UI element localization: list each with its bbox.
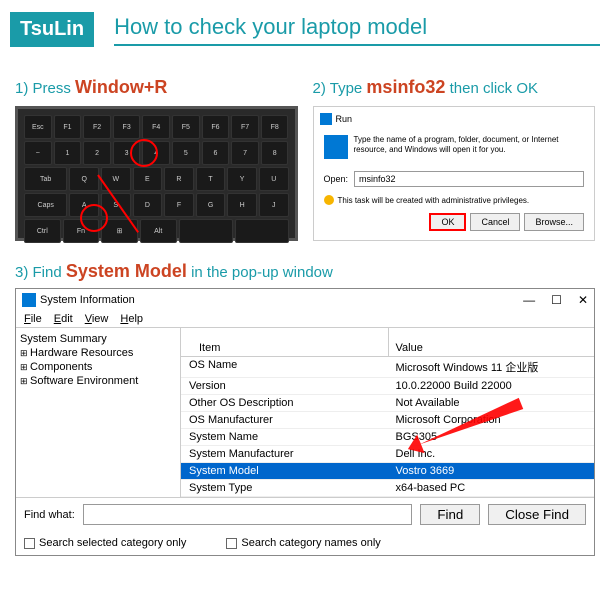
shield-icon [324,195,334,205]
cell-value: Microsoft Windows 11 企业版 [388,357,595,377]
win-key-circle [80,204,108,232]
tree-root[interactable]: System Summary [20,332,176,346]
step2-highlight: msinfo32 [366,77,445,97]
chk-category-names[interactable] [226,538,237,549]
table-row[interactable]: System ModelVostro 3669 [181,463,594,480]
table-row[interactable]: System Typex64-based PC [181,480,594,497]
maximize-button[interactable]: ☐ [551,293,562,307]
table-row[interactable]: System ManufacturerDell Inc. [181,446,594,463]
r-key-circle [130,139,158,167]
tree-view[interactable]: System Summary Hardware Resources Compon… [16,328,181,497]
table-row[interactable]: System NameBGS305 [181,429,594,446]
col-value[interactable]: Value [388,340,585,356]
minimize-button[interactable]: — [523,293,535,307]
cell-item: System Name [181,429,388,445]
chk1-label: Search selected category only [39,537,186,549]
step2-suffix: then click OK [445,80,538,97]
menu-view[interactable]: View [85,313,109,325]
info-table: Item Value OS NameMicrosoft Windows 11 企… [181,328,594,497]
step1-prefix: 1) Press [15,80,75,97]
step3-highlight: System Model [66,261,187,281]
find-button[interactable]: Find [420,504,480,525]
table-row[interactable]: OS NameMicrosoft Windows 11 企业版 [181,357,594,378]
chk-selected-category[interactable] [24,538,35,549]
cell-item: System Model [181,463,388,479]
find-input[interactable] [83,504,413,525]
cell-item: Version [181,378,388,394]
admin-text: This task will be created with administr… [338,196,530,205]
step2-label: 2) Type msinfo32 then click OK [313,77,596,98]
cell-item: OS Name [181,357,388,377]
open-input[interactable] [354,171,584,187]
step3-label: 3) Find System Model in the pop-up windo… [0,251,610,288]
table-row[interactable]: Other OS DescriptionNot Available [181,395,594,412]
cell-item: OS Manufacturer [181,412,388,428]
table-row[interactable]: Version10.0.22000 Build 22000 [181,378,594,395]
page-title: How to check your laptop model [114,14,600,46]
cell-item: System Type [181,480,388,496]
brand-logo: TsuLin [10,12,94,47]
run-dialog: Run Type the name of a program, folder, … [313,106,596,241]
tree-hardware[interactable]: Hardware Resources [20,346,176,360]
close-find-button[interactable]: Close Find [488,504,586,525]
chk2-label: Search category names only [241,537,380,549]
menu-file[interactable]: File [24,313,42,325]
step3-prefix: 3) Find [15,264,66,281]
step1-label: 1) Press Window+R [15,77,298,98]
menu-bar: File Edit View Help [16,311,594,327]
sysinfo-icon [22,293,36,307]
cancel-button[interactable]: Cancel [470,213,520,231]
system-information-window: System Information — ☐ ✕ File Edit View … [15,288,595,556]
ok-button[interactable]: OK [429,213,466,231]
close-button[interactable]: ✕ [578,293,588,307]
menu-help[interactable]: Help [120,313,143,325]
cell-value: 10.0.22000 Build 22000 [388,378,595,394]
sysinfo-title: System Information [40,294,135,306]
cell-value: x64-based PC [388,480,595,496]
table-row[interactable]: OS ManufacturerMicrosoft Corporation [181,412,594,429]
run-title: Run [336,114,353,124]
step1-highlight: Window+R [75,77,167,97]
cell-item: Other OS Description [181,395,388,411]
keyboard-image: EscF1F2F3F4F5F6F7F8 ~12345678 TabQWERTYU… [15,106,298,241]
run-description: Type the name of a program, folder, docu… [354,135,585,159]
run-logo-icon [324,135,348,159]
cell-item: System Manufacturer [181,446,388,462]
find-label: Find what: [24,509,75,521]
browse-button[interactable]: Browse... [524,213,584,231]
step2-prefix: 2) Type [313,80,367,97]
open-label: Open: [324,174,349,184]
run-icon [320,113,332,125]
cell-value: Vostro 3669 [388,463,595,479]
tree-software[interactable]: Software Environment [20,374,176,388]
col-item[interactable]: Item [191,340,388,356]
tree-components[interactable]: Components [20,360,176,374]
menu-edit[interactable]: Edit [54,313,73,325]
step3-suffix: in the pop-up window [187,264,333,281]
